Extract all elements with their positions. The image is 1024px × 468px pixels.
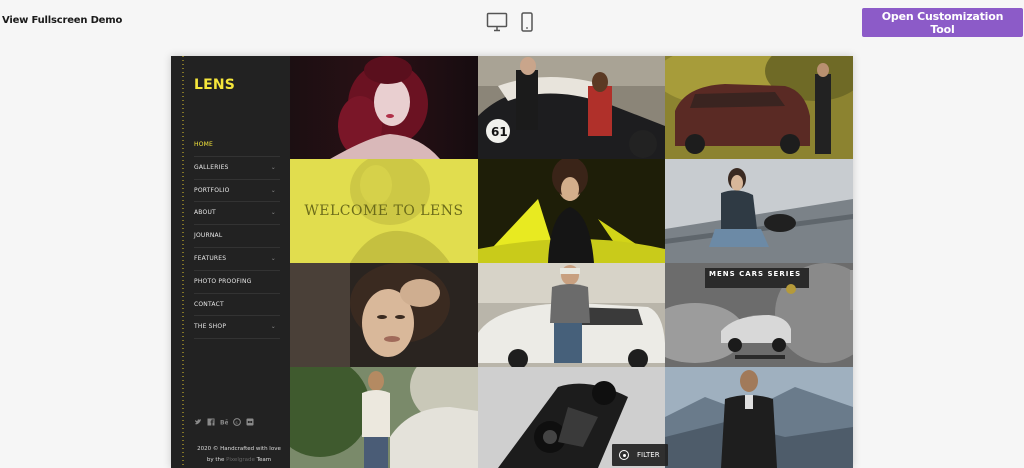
nav-item-label: THE SHOP (194, 323, 227, 331)
flickr-icon[interactable] (246, 418, 254, 426)
filter-button[interactable]: FILTER (612, 444, 668, 466)
nav-item-label: JOURNAL (194, 232, 223, 240)
nav-item-galleries[interactable]: GALLERIES ⌄ (194, 157, 280, 180)
nav-item-journal[interactable]: JOURNAL (194, 225, 280, 248)
nav-item-portfolio[interactable]: PORTFOLIO ⌄ (194, 180, 280, 203)
nav-item-label: PORTFOLIO (194, 186, 230, 194)
twitter-icon[interactable] (194, 418, 202, 426)
open-customization-tool-button[interactable]: Open Customization Tool (862, 8, 1023, 37)
credit-prefix: by the (206, 457, 225, 463)
nav-item-label: GALLERIES (194, 163, 229, 171)
theme-demo-frame: LENS HOME GALLERIES ⌄ PORTFOLIO ⌄ ABOUT ⌄ J… (171, 56, 853, 468)
nav-item-about[interactable]: ABOUT ⌄ (194, 202, 280, 226)
chevron-down-icon: ⌄ (270, 254, 276, 262)
gallery-tile-portrait-red-hair[interactable] (290, 56, 478, 159)
series-title: MENS CARS SERIES (709, 270, 802, 278)
chevron-down-icon: ⌄ (270, 209, 276, 217)
gallery-tile-woman-crouching[interactable] (665, 159, 853, 263)
nav-item-features[interactable]: FEATURES ⌄ (194, 248, 280, 271)
nav-item-home[interactable]: HOME (194, 134, 280, 157)
gallery-tile-mens-cars-series[interactable]: MENS CARS SERIES (665, 263, 853, 367)
credit-suffix: Team (256, 457, 272, 463)
main-nav: HOME GALLERIES ⌄ PORTFOLIO ⌄ ABOUT ⌄ JOURNA… (194, 134, 280, 340)
chevron-down-icon: ⌄ (270, 323, 276, 331)
gallery-tile-man-mountains[interactable] (665, 367, 853, 468)
sidebar-footer: 2020 © Handcrafted with love by the Pixe… (194, 444, 284, 466)
nav-item-contact[interactable]: CONTACT (194, 294, 280, 317)
gallery-tile-man-white-bmw[interactable] (478, 263, 665, 367)
gallery-tile-woman-closeup[interactable] (290, 263, 478, 367)
behance-icon[interactable]: Bē (220, 418, 229, 427)
chevron-down-icon: ⌄ (270, 186, 276, 194)
filter-label: FILTER (637, 451, 660, 459)
sidebar: LENS HOME GALLERIES ⌄ PORTFOLIO ⌄ ABOUT ⌄ J… (171, 56, 290, 468)
filter-icon (619, 450, 629, 460)
sidebar-ruler (182, 56, 184, 468)
nav-item-the-shop[interactable]: THE SHOP ⌄ (194, 316, 280, 340)
desktop-icon[interactable] (486, 12, 508, 32)
gallery-tile-welcome-yellow[interactable]: WELCOME TO LENS (290, 159, 478, 263)
nav-item-label: PHOTO PROOFING (194, 277, 252, 285)
nav-item-label: ABOUT (194, 209, 216, 217)
chevron-down-icon: ⌄ (270, 163, 276, 171)
skype-icon[interactable]: s (233, 418, 241, 426)
nav-item-label: HOME (194, 141, 214, 148)
gallery-tile-couple-vintage-car[interactable]: 61 (478, 56, 665, 159)
nav-item-label: CONTACT (194, 300, 224, 308)
site-logo[interactable]: LENS (194, 77, 235, 93)
svg-text:61: 61 (491, 125, 508, 139)
social-links: Bē s (194, 418, 254, 427)
welcome-headline: WELCOME TO LENS (304, 203, 464, 219)
top-bar: View Fullscreen Demo Open Customization … (0, 0, 1024, 44)
view-fullscreen-demo-link[interactable]: View Fullscreen Demo (2, 15, 122, 26)
pixelgrade-link[interactable]: Pixelgrade (226, 457, 255, 463)
gallery-tile-woman-garden-car[interactable] (290, 367, 478, 468)
copyright-text: 2020 © Handcrafted with love (197, 446, 281, 452)
nav-item-photo-proofing[interactable]: PHOTO PROOFING (194, 271, 280, 294)
svg-text:Bē: Bē (220, 420, 228, 427)
gallery-grid: 61 WELCOME TO LENS MENS CARS SERIES (290, 56, 853, 468)
gallery-scrollbar[interactable] (850, 270, 853, 310)
credit-line: by the Pixelgrade Team (194, 455, 284, 466)
facebook-icon[interactable] (207, 418, 215, 426)
gallery-tile-man-red-suv[interactable] (665, 56, 853, 159)
nav-item-label: FEATURES (194, 254, 227, 262)
gallery-tile-woman-yellow-light[interactable] (478, 159, 665, 263)
mobile-icon[interactable] (520, 12, 534, 32)
